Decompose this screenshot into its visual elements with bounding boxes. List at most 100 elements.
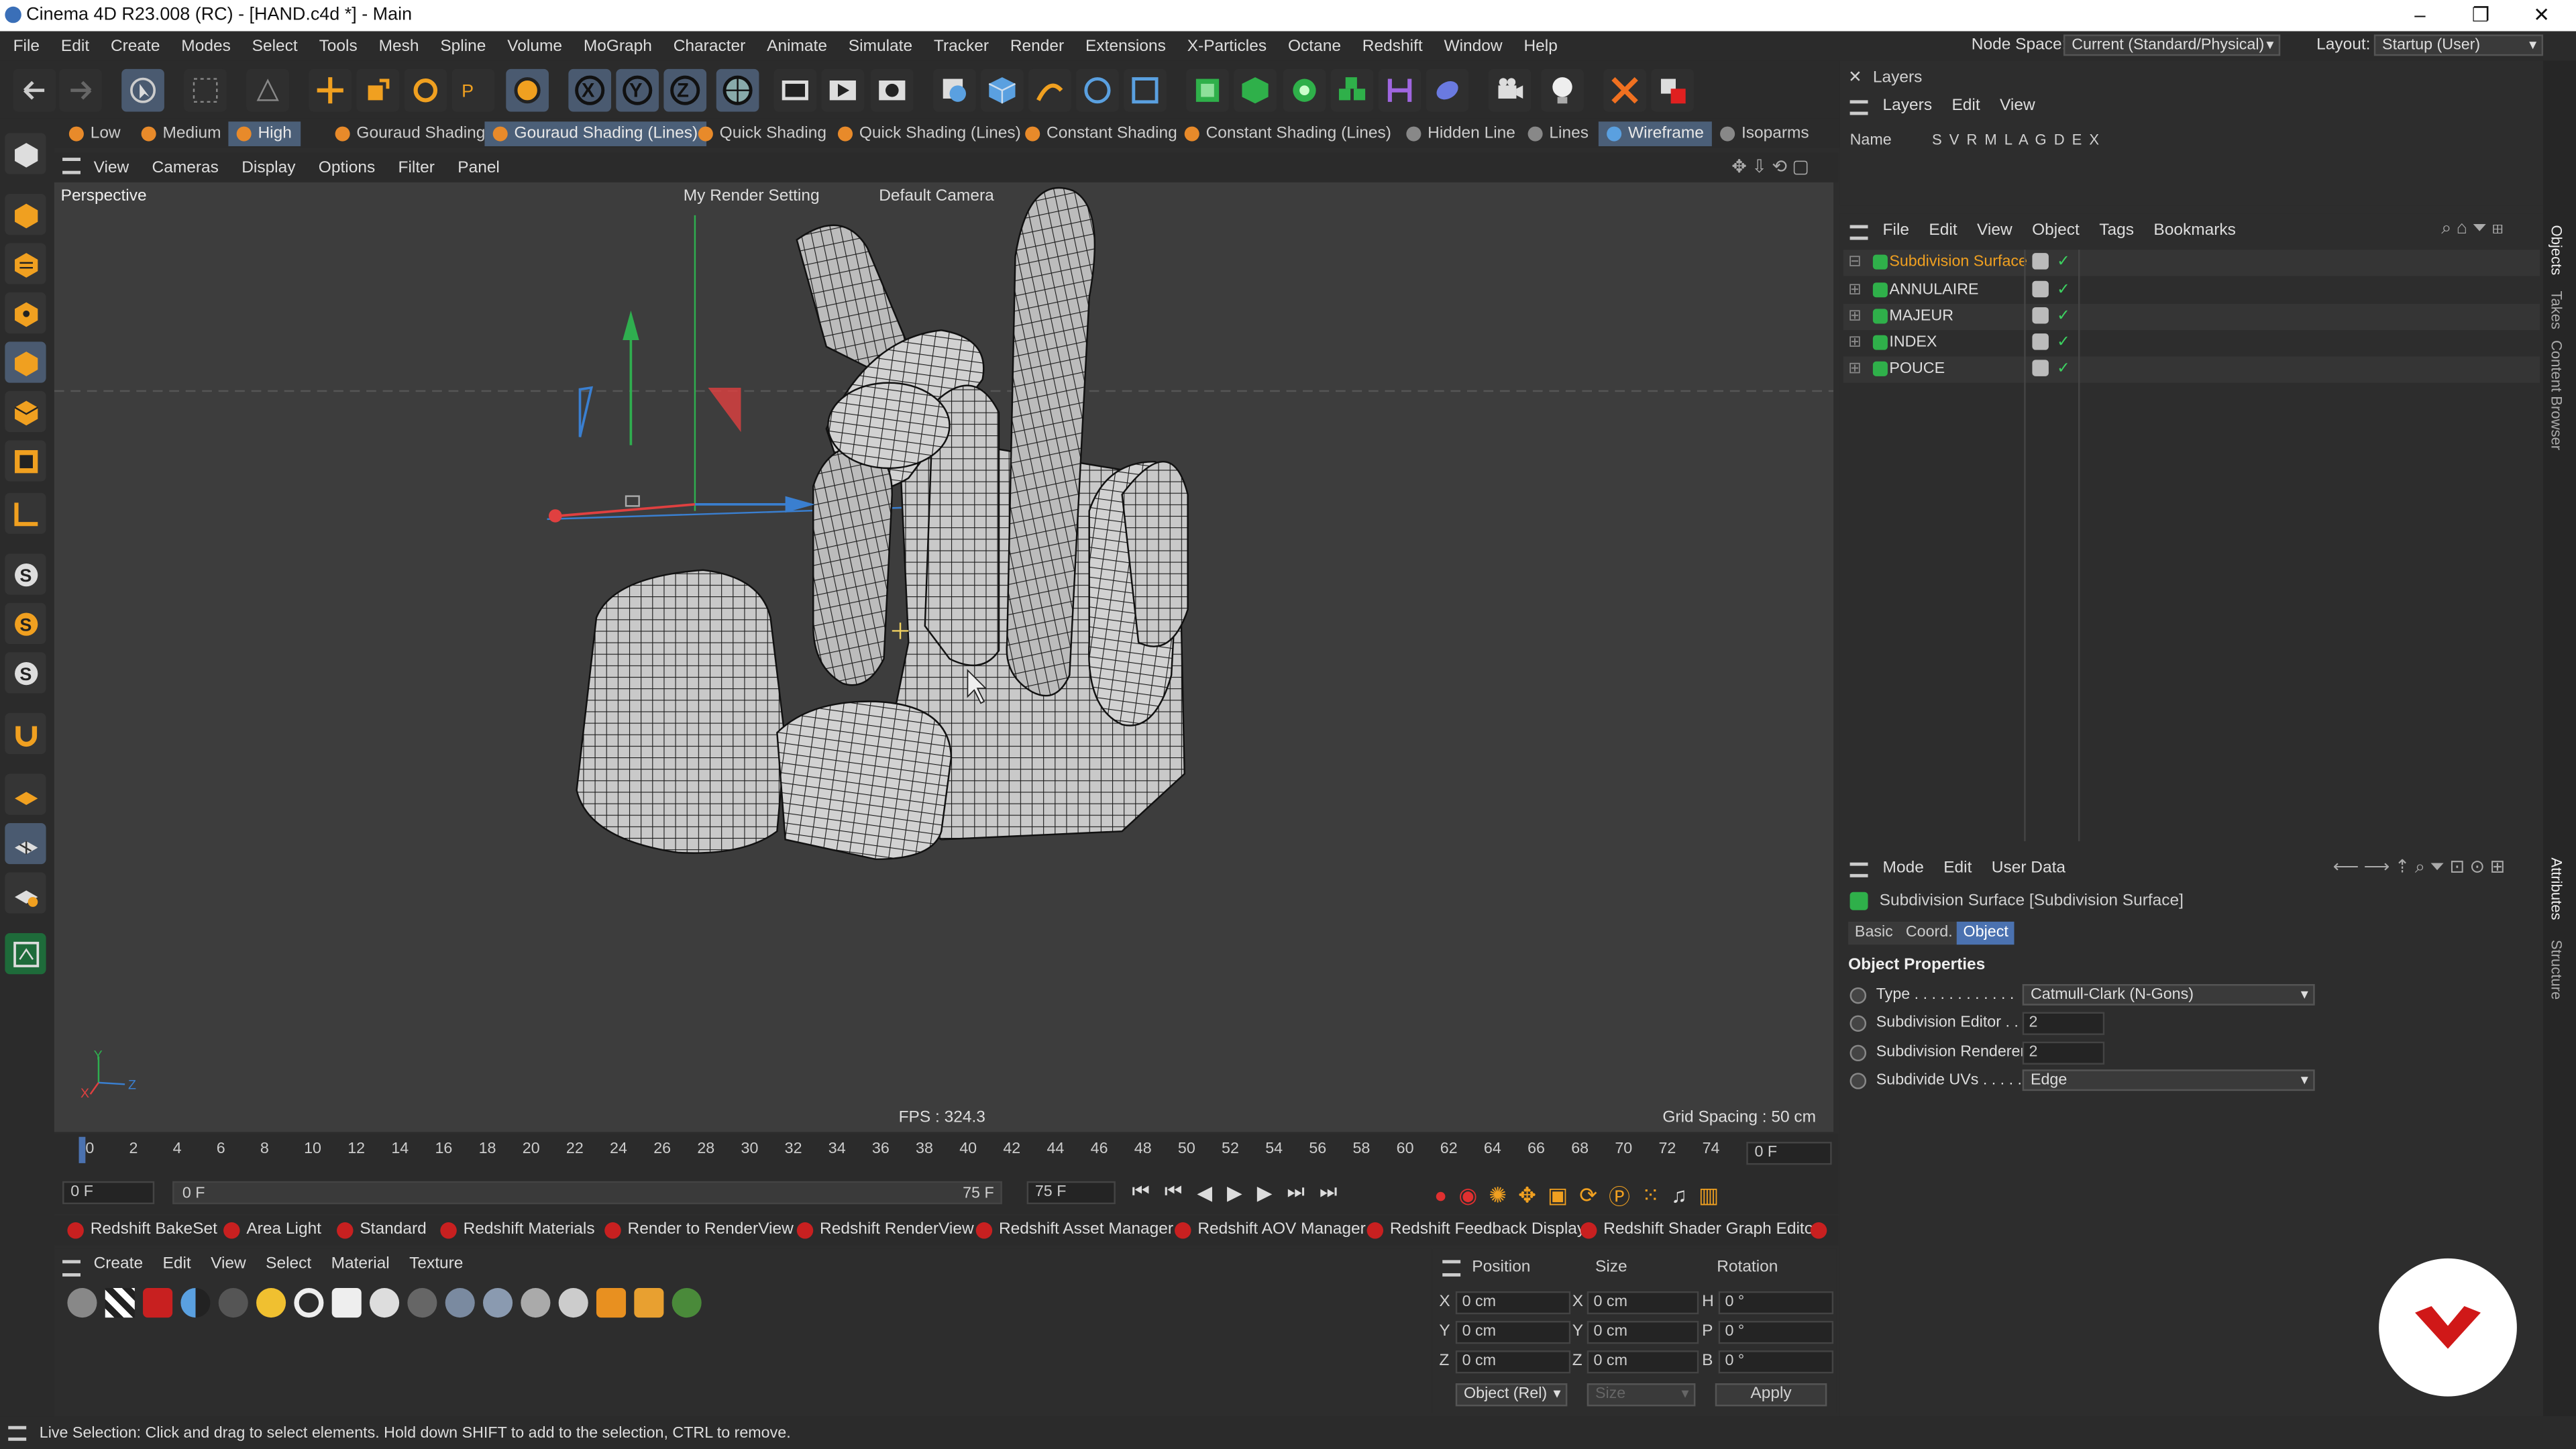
attr-menu-user-data[interactable]: User Data (1992, 859, 2065, 877)
vp-menu-cameras[interactable]: Cameras (152, 158, 219, 176)
axis-mode-icon[interactable] (5, 492, 46, 534)
enabled-check-icon[interactable]: ✓ (2057, 304, 2070, 330)
object-row-majeur[interactable]: ⊞ MAJEUR ✓ (1843, 304, 2540, 331)
edit-visibility-icon[interactable] (2032, 360, 2049, 376)
redshift-materials-button[interactable]: Redshift Materials (435, 1219, 595, 1242)
position-z-field[interactable]: 0 cm (1455, 1350, 1571, 1374)
enabled-check-icon[interactable]: ✓ (2057, 356, 2070, 382)
lines-button[interactable]: Lines (1519, 121, 1597, 146)
material-ball-5-icon[interactable] (558, 1288, 588, 1318)
make-editable-icon[interactable] (5, 133, 46, 174)
type-select[interactable]: Catmull-Clark (N-Gons) (2022, 983, 2315, 1006)
sphere-icon[interactable] (370, 1288, 400, 1318)
flat-icon[interactable] (331, 1288, 362, 1318)
redo-icon[interactable] (59, 68, 102, 112)
symmetry-icon[interactable]: S (5, 652, 46, 694)
vp-menu-panel[interactable]: Panel (458, 158, 500, 176)
new-material-icon[interactable] (67, 1288, 97, 1318)
status-hamburger-icon[interactable] (8, 1426, 27, 1441)
material-ball-1-icon[interactable] (407, 1288, 437, 1318)
locked-workplane-icon[interactable] (5, 872, 46, 914)
material-folder-2-icon[interactable] (634, 1288, 664, 1318)
menu-file[interactable]: File (13, 37, 40, 55)
go-to-end-icon[interactable]: ⏭ (1320, 1179, 1337, 1204)
lod-medium-button[interactable]: Medium (133, 121, 229, 146)
circle-spline-icon[interactable] (1076, 68, 1119, 112)
rotation-b-field[interactable]: 0 ° (1718, 1350, 1834, 1374)
menu-render[interactable]: Render (1010, 37, 1064, 55)
constant-shading-button[interactable]: Constant Shading (1017, 121, 1185, 146)
field-icon[interactable] (1426, 68, 1469, 112)
max-frame-field[interactable]: 75 F (1026, 1181, 1116, 1205)
y-axis-lock-icon[interactable]: Y (616, 68, 659, 112)
checker-icon[interactable] (105, 1288, 135, 1318)
uv-mode-icon[interactable] (5, 440, 46, 482)
parameter-key-icon[interactable]: Ⓟ (1609, 1179, 1630, 1211)
tab-content-browser-vertical[interactable]: Content Browser (2548, 340, 2564, 450)
tab-takes-vertical[interactable]: Takes (2548, 290, 2564, 329)
magnet-icon[interactable] (5, 712, 46, 755)
select-poly-icon[interactable] (246, 68, 290, 112)
viewport-solo-icon[interactable] (5, 933, 46, 975)
layers-menu-view[interactable]: View (2000, 97, 2035, 115)
mat-menu-select[interactable]: Select (266, 1255, 311, 1273)
close-icon[interactable]: ✕ (2530, 3, 2553, 26)
z-axis-lock-icon[interactable]: Z (663, 68, 707, 112)
cube-primitive-icon[interactable] (981, 68, 1024, 112)
cloner-icon[interactable] (1283, 68, 1326, 112)
redshift-shader-graph-editor-button[interactable]: Redshift Shader Graph Editor (1576, 1219, 1819, 1242)
object-row-annulaire[interactable]: ⊞ ANNULAIRE ✓ (1843, 278, 2540, 304)
menu-extensions[interactable]: Extensions (1085, 37, 1166, 55)
mograph-cloner-icon[interactable] (1330, 68, 1374, 112)
pla-key-icon[interactable]: ⁙ (1642, 1182, 1660, 1208)
redshift-feedback-display-button[interactable]: Redshift Feedback Display (1362, 1219, 1585, 1242)
live-selection-icon[interactable] (121, 68, 164, 112)
go-to-start-icon[interactable]: ⏮ (1132, 1179, 1149, 1204)
tab-object[interactable]: Object (1956, 921, 2015, 945)
edit-render-settings-icon[interactable] (933, 68, 976, 112)
viewport-navigation-icons[interactable]: ✥ ⇩ ⟲ ▢ (1731, 156, 1809, 177)
menu-select[interactable]: Select (252, 37, 298, 55)
type-radio-icon[interactable] (1849, 987, 1867, 1004)
menu-volume[interactable]: Volume (507, 37, 562, 55)
autokeying-icon[interactable]: ◉ (1458, 1182, 1477, 1208)
obj-menu-file[interactable]: File (1883, 222, 1909, 240)
node-space-select[interactable]: Current (Standard/Physical) (2063, 34, 2281, 56)
edit-visibility-icon[interactable] (2032, 253, 2049, 270)
snap-icon[interactable]: S (5, 553, 46, 595)
keyframe-selection-icon[interactable]: ✺ (1489, 1182, 1507, 1208)
menu-modes[interactable]: Modes (181, 37, 231, 55)
quantize-icon[interactable]: S (5, 602, 46, 645)
tab-objects-vertical[interactable]: Objects (2548, 225, 2564, 276)
deformer-icon[interactable] (1378, 68, 1421, 112)
gouraud-shading-button[interactable]: Gouraud Shading (327, 121, 493, 146)
menu-redshift[interactable]: Redshift (1362, 37, 1423, 55)
polygons-mode-icon[interactable] (5, 390, 46, 433)
vp-menu-options[interactable]: Options (319, 158, 375, 176)
material-ball-2-icon[interactable] (445, 1288, 475, 1318)
vp-menu-display[interactable]: Display (241, 158, 295, 176)
menu-simulate[interactable]: Simulate (849, 37, 912, 55)
next-frame-icon[interactable]: ▶ (1257, 1181, 1273, 1203)
render-view-icon[interactable] (773, 68, 817, 112)
gouraud-shading-lines-button[interactable]: Gouraud Shading (Lines) (484, 121, 706, 146)
position-x-field[interactable]: 0 cm (1455, 1291, 1571, 1315)
mat-menu-material[interactable]: Material (331, 1255, 390, 1273)
material-ball-3-icon[interactable] (483, 1288, 513, 1318)
menu-create[interactable]: Create (111, 37, 160, 55)
points-mode-icon[interactable] (5, 292, 46, 334)
enabled-check-icon[interactable]: ✓ (2057, 250, 2070, 276)
vp-menu-view[interactable]: View (94, 158, 129, 176)
size-y-field[interactable]: 0 cm (1587, 1320, 1699, 1344)
layers-menu-edit[interactable]: Edit (1951, 97, 1980, 115)
restore-icon[interactable]: ❐ (2469, 3, 2492, 26)
range-slider[interactable] (172, 1181, 1002, 1205)
workplane-icon[interactable] (5, 773, 46, 815)
position-key-icon[interactable]: ✥ (1518, 1182, 1536, 1208)
obj-menu-object[interactable]: Object (2032, 222, 2080, 240)
standard-material-button[interactable]: Standard (332, 1219, 427, 1242)
layers-menu-layers[interactable]: Layers (1883, 97, 1933, 115)
mat-menu-view[interactable]: View (211, 1255, 246, 1273)
hamburger-menu-icon[interactable] (62, 158, 81, 174)
tab-coord[interactable]: Coord. (1899, 921, 1960, 945)
